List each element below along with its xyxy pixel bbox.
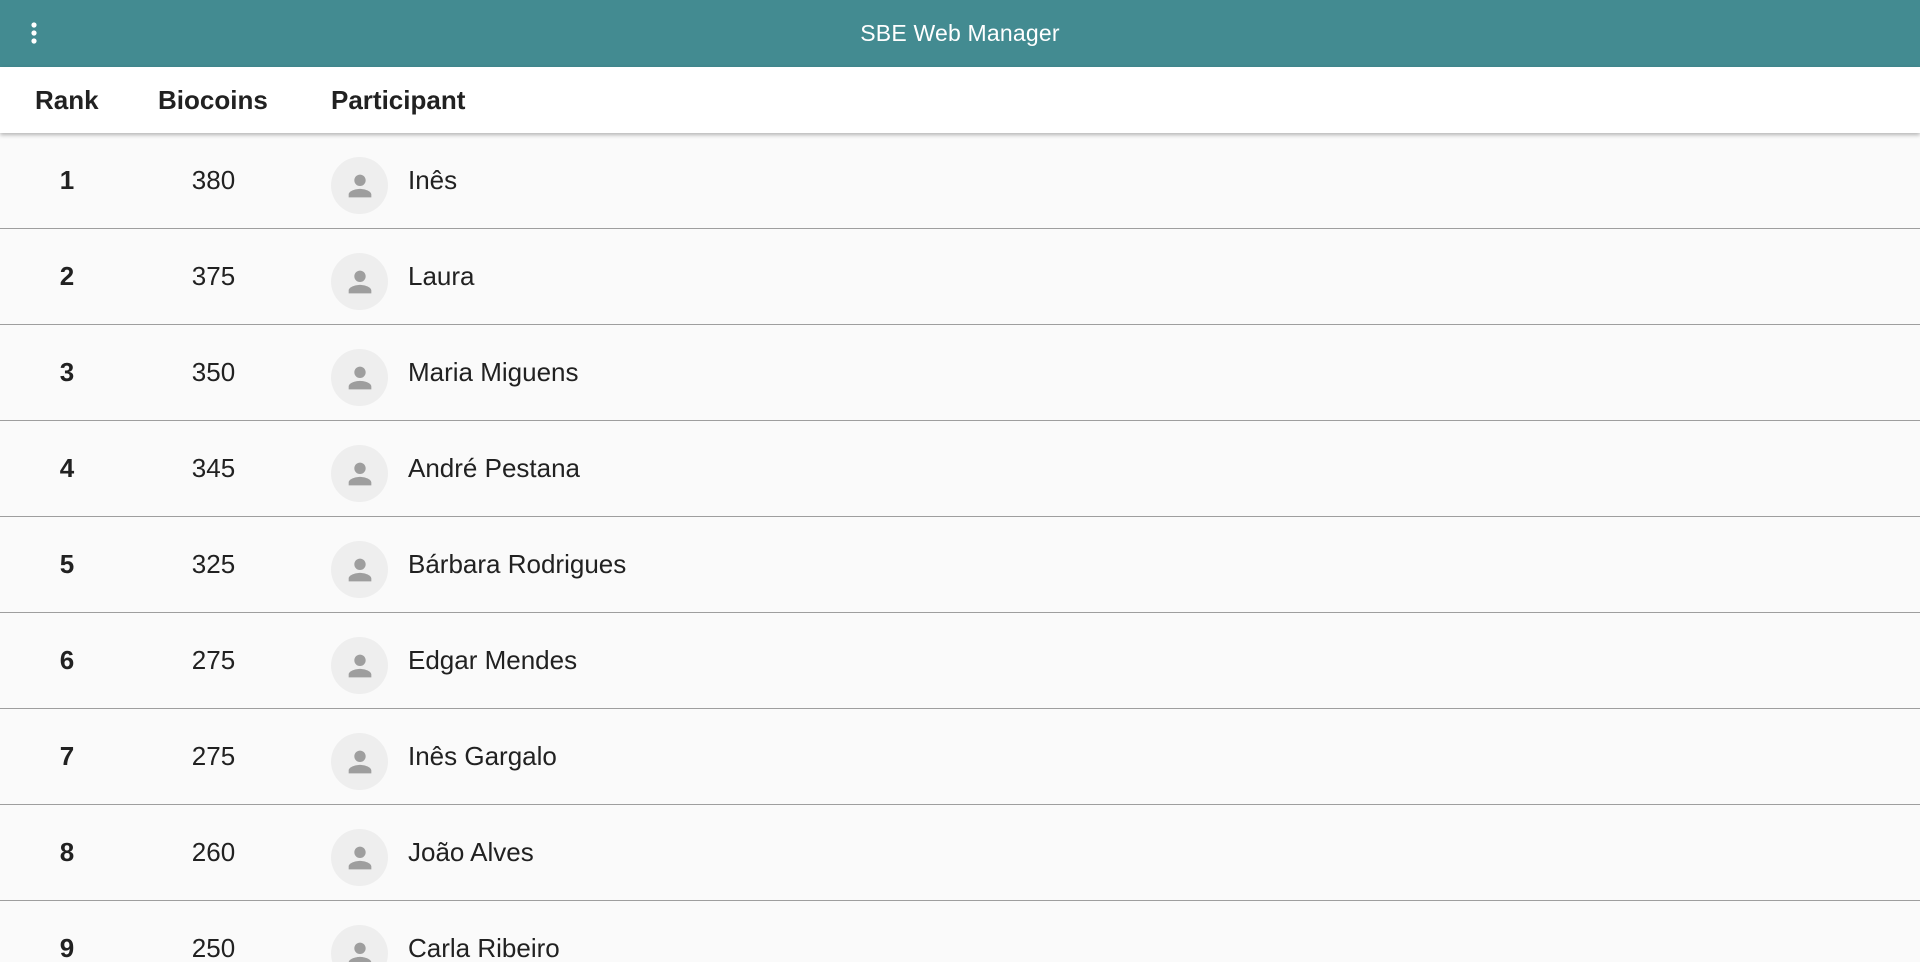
column-header-rank[interactable]: Rank <box>35 67 99 133</box>
biocoins-cell: 380 <box>191 165 236 195</box>
participant-name: Inês Gargalo <box>408 741 557 771</box>
biocoins-cell: 275 <box>191 645 236 675</box>
person-icon <box>331 637 388 694</box>
rank-cell: 6 <box>59 645 75 675</box>
rank-cell: 4 <box>59 453 75 483</box>
biocoins-cell: 350 <box>191 357 236 387</box>
person-icon <box>331 445 388 502</box>
participant-name: Maria Miguens <box>408 357 579 387</box>
person-icon <box>331 733 388 790</box>
biocoins-cell: 345 <box>191 453 236 483</box>
table-row[interactable]: 4 345 André Pestana <box>0 421 1920 517</box>
rank-cell: 3 <box>59 357 75 387</box>
table-row[interactable]: 3 350 Maria Miguens <box>0 325 1920 421</box>
rank-cell: 8 <box>59 837 75 867</box>
person-icon <box>331 157 388 214</box>
table-row[interactable]: 5 325 Bárbara Rodrigues <box>0 517 1920 613</box>
person-icon <box>331 349 388 406</box>
table-row[interactable]: 8 260 João Alves <box>0 805 1920 901</box>
participant-name: João Alves <box>408 837 534 867</box>
biocoins-cell: 325 <box>191 549 236 579</box>
table-row[interactable]: 2 375 Laura <box>0 229 1920 325</box>
rank-cell: 5 <box>59 549 75 579</box>
biocoins-cell: 375 <box>191 261 236 291</box>
column-header-participant[interactable]: Participant <box>331 67 465 133</box>
more-vert-glyph <box>31 22 37 44</box>
person-icon <box>331 925 388 962</box>
ranking-list[interactable]: 1 380 Inês 2 375 Laura 3 350 Maria Migue… <box>0 133 1920 962</box>
participant-name: André Pestana <box>408 453 581 483</box>
app-title: SBE Web Manager <box>860 20 1060 46</box>
more-vert-icon[interactable] <box>18 17 50 49</box>
table-row[interactable]: 1 380 Inês <box>0 133 1920 229</box>
biocoins-cell: 275 <box>191 741 236 771</box>
table-row[interactable]: 7 275 Inês Gargalo <box>0 709 1920 805</box>
participant-name: Laura <box>408 261 475 291</box>
participant-name: Carla Ribeiro <box>408 933 560 962</box>
column-header-biocoins[interactable]: Biocoins <box>158 67 268 133</box>
biocoins-cell: 250 <box>191 933 236 962</box>
table-row[interactable]: 6 275 Edgar Mendes <box>0 613 1920 709</box>
app-bar: SBE Web Manager <box>0 0 1920 67</box>
person-icon <box>331 541 388 598</box>
rank-cell: 7 <box>59 741 75 771</box>
person-icon <box>331 253 388 310</box>
table-row[interactable]: 9 250 Carla Ribeiro <box>0 901 1920 962</box>
rank-cell: 1 <box>59 165 75 195</box>
person-icon <box>331 829 388 886</box>
participant-name: Inês <box>408 165 458 195</box>
biocoins-cell: 260 <box>191 837 236 867</box>
table-header: Rank Biocoins Participant <box>0 67 1920 133</box>
rank-cell: 2 <box>59 261 75 291</box>
participant-name: Bárbara Rodrigues <box>408 549 627 579</box>
participant-name: Edgar Mendes <box>408 645 578 675</box>
rank-cell: 9 <box>59 933 75 962</box>
